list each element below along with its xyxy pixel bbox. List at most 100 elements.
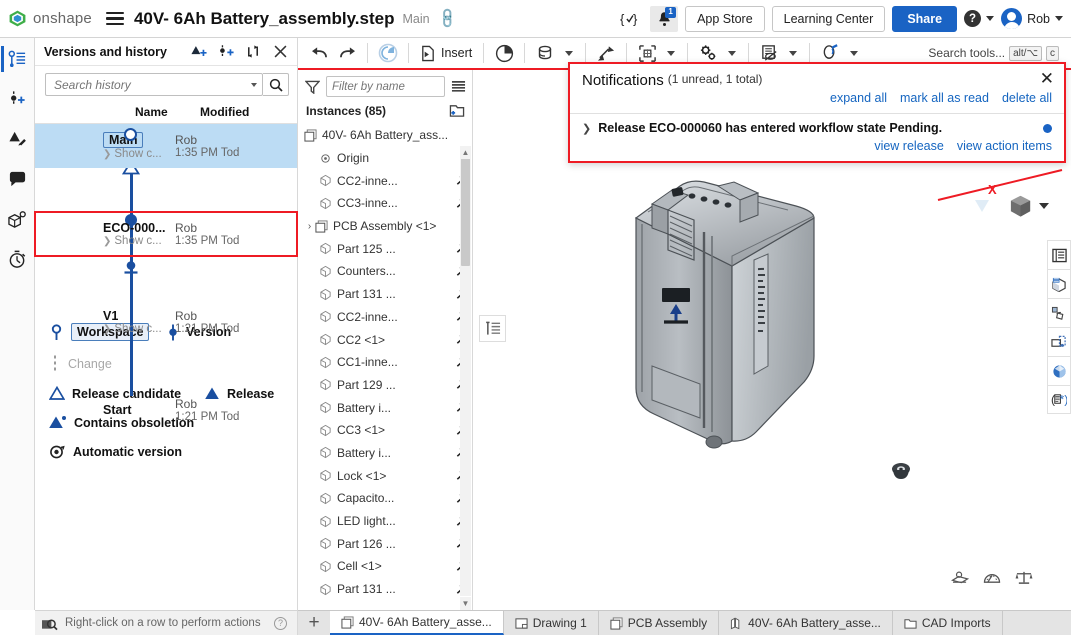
fasteners-button[interactable] xyxy=(532,40,558,66)
instance-tree-item[interactable]: CC2-inne... xyxy=(298,306,472,329)
version-show-changes[interactable]: ❯ Show c... xyxy=(103,148,175,160)
view-action-items-link[interactable]: view action items xyxy=(957,139,1052,153)
viewport-list-toggle-button[interactable] xyxy=(479,315,506,342)
expand-all-link[interactable]: expand all xyxy=(830,91,887,105)
search-history-input[interactable] xyxy=(54,77,251,92)
view-cube[interactable] xyxy=(1008,194,1033,222)
learning-center-button[interactable]: Learning Center xyxy=(771,5,886,32)
instance-tree-item[interactable]: CC3 <1> xyxy=(298,419,472,442)
document-tab[interactable]: 40V- 6Ah Battery_asse... xyxy=(330,611,504,635)
close-versions-panel-icon[interactable] xyxy=(272,44,288,60)
mate-connector-button[interactable] xyxy=(491,40,517,66)
list-options-icon[interactable] xyxy=(451,80,466,94)
rail-comments[interactable] xyxy=(2,164,32,194)
add-tab-button[interactable]: + xyxy=(298,611,330,635)
app-store-button[interactable]: App Store xyxy=(685,5,765,32)
document-tab[interactable]: 40V- 6Ah Battery_asse... xyxy=(719,611,893,635)
chevron-down-icon[interactable] xyxy=(850,50,859,56)
add-version-icon[interactable] xyxy=(218,44,234,60)
linked-document-button[interactable] xyxy=(1047,298,1071,327)
bill-of-materials-button[interactable] xyxy=(1047,240,1071,269)
onshape-logo[interactable]: onshape xyxy=(8,9,92,28)
instance-tree-item[interactable]: Part 131 ... xyxy=(298,283,472,306)
chevron-down-icon[interactable] xyxy=(789,50,798,56)
view-release-link[interactable]: view release xyxy=(874,139,943,153)
search-history-button[interactable] xyxy=(263,73,289,96)
close-notifications-icon[interactable]: ✕ xyxy=(1040,70,1054,87)
add-instance-folder-icon[interactable] xyxy=(449,103,465,118)
instance-tree-item[interactable]: 40V- 6Ah Battery_ass... xyxy=(298,124,472,147)
assembly-origin-button[interactable] xyxy=(375,40,401,66)
document-tab[interactable]: PCB Assembly xyxy=(598,611,720,635)
featurescript-button[interactable]: ( *) xyxy=(1047,385,1071,414)
mark-all-as-read-link[interactable]: mark all as read xyxy=(900,91,989,105)
version-row-main[interactable]: Main ❯ Show c... Rob 1:35 PM Tod xyxy=(35,124,297,168)
instance-tree-item[interactable]: CC3-inne... xyxy=(298,192,472,215)
search-history-field[interactable] xyxy=(45,73,263,96)
add-release-icon[interactable] xyxy=(191,44,207,60)
instance-tree-item[interactable]: CC2-inne... xyxy=(298,169,472,192)
help-menu[interactable]: ? xyxy=(964,10,995,27)
chevron-right-icon[interactable]: ❯ xyxy=(582,122,591,135)
instance-tree-item[interactable]: Origin xyxy=(298,147,472,170)
drawing-reference-button[interactable] xyxy=(1047,327,1071,356)
insert-button[interactable]: Insert xyxy=(416,45,476,62)
instance-tree-item[interactable]: Lock <1> xyxy=(298,464,472,487)
instance-tree-item[interactable]: Part 125 ... xyxy=(298,237,472,260)
instance-tree-item[interactable]: Battery i... xyxy=(298,396,472,419)
scroll-down-arrow-icon[interactable]: ▼ xyxy=(460,597,471,610)
version-row-eco[interactable]: ECO-000... ❯ Show c... Rob 1:35 PM Tod xyxy=(34,211,298,257)
inspect-row-icon[interactable] xyxy=(41,616,58,631)
scroll-up-arrow-icon[interactable]: ▲ xyxy=(460,146,471,159)
share-button[interactable]: Share xyxy=(892,5,958,32)
instances-scroll-thumb[interactable] xyxy=(461,146,470,266)
rail-bill-of-materials[interactable] xyxy=(2,204,32,234)
document-tab[interactable]: Drawing 1 xyxy=(503,611,599,635)
node-workspace[interactable] xyxy=(124,128,137,141)
instance-tree-item[interactable]: Part 131 ... xyxy=(298,578,472,601)
chevron-down-icon[interactable] xyxy=(728,50,737,56)
measure-icon[interactable] xyxy=(983,570,1001,588)
action-items-icon[interactable]: { } xyxy=(615,6,643,32)
chevron-down-icon[interactable] xyxy=(667,50,676,56)
tool-search[interactable]: Search tools... alt/⌥ c xyxy=(928,45,1071,61)
main-menu-button[interactable] xyxy=(105,11,124,26)
instance-tree-item[interactable]: › PCB Assembly <1> xyxy=(298,215,472,238)
delete-all-link[interactable]: delete all xyxy=(1002,91,1052,105)
notification-message-row[interactable]: ❯ Release ECO-000060 has entered workflo… xyxy=(582,121,1052,135)
version-show-changes[interactable]: ❯ Show c... xyxy=(103,323,175,335)
undo-button[interactable] xyxy=(306,40,332,66)
render-studio-button[interactable] xyxy=(1047,269,1071,298)
rail-history-timer[interactable] xyxy=(2,244,32,274)
redo-button[interactable] xyxy=(334,40,360,66)
filter-icon[interactable] xyxy=(305,80,320,94)
rail-markup[interactable] xyxy=(2,124,32,154)
notifications-bell-button[interactable]: 1 xyxy=(650,5,679,32)
instance-tree-item[interactable]: Battery i... xyxy=(298,442,472,465)
instance-tree-item[interactable]: Counters... xyxy=(298,260,472,283)
rail-create-version[interactable] xyxy=(2,84,32,114)
instances-filter-input[interactable] xyxy=(332,80,439,93)
section-view-icon[interactable] xyxy=(950,570,970,588)
instances-scrollbar[interactable] xyxy=(460,146,471,596)
chevron-right-icon[interactable]: › xyxy=(304,221,315,232)
user-menu[interactable]: Rob xyxy=(1001,8,1063,29)
instance-tree-item[interactable]: Cell <1> xyxy=(298,555,472,578)
instance-tree-item[interactable]: Part 129 ... xyxy=(298,374,472,397)
detached-part-model[interactable] xyxy=(888,460,914,489)
node-start[interactable] xyxy=(123,260,139,279)
instance-tree-item[interactable]: Capacito... xyxy=(298,487,472,510)
instances-filter-field[interactable] xyxy=(326,76,445,97)
help-icon[interactable]: ? xyxy=(274,616,287,630)
chevron-down-icon[interactable] xyxy=(565,50,574,56)
document-tab[interactable]: CAD Imports xyxy=(892,611,1003,635)
appearance-sphere-button[interactable] xyxy=(1047,356,1071,385)
instance-tree-item[interactable]: Part 126 ... xyxy=(298,532,472,555)
version-row-v1[interactable]: V1 ❯ Show c... Rob 1:21 PM Tod xyxy=(35,300,297,344)
instance-tree-item[interactable]: LED light... xyxy=(298,510,472,533)
version-row-start[interactable]: Start Rob 1:21 PM Tod xyxy=(35,388,297,432)
battery-assembly-model[interactable] xyxy=(628,170,828,463)
instance-tree-item[interactable]: CC2 <1> xyxy=(298,328,472,351)
link-icon[interactable]: 🔗 xyxy=(435,6,459,30)
view-cube-chevron-down-icon[interactable] xyxy=(1039,203,1049,209)
